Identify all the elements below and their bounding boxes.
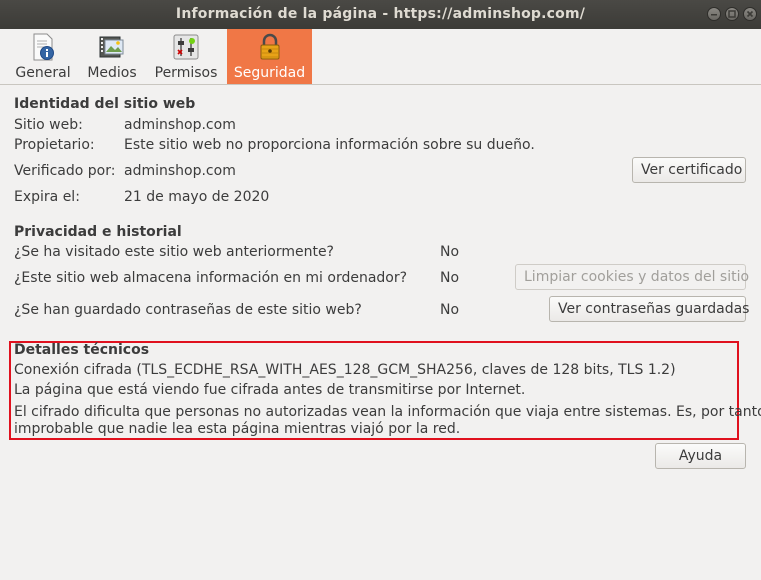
site-value: adminshop.com bbox=[124, 117, 236, 133]
document-info-icon bbox=[33, 33, 54, 61]
tab-permisos[interactable]: Permisos bbox=[150, 29, 222, 84]
storage-answer: No bbox=[440, 270, 460, 286]
media-film-icon bbox=[99, 36, 124, 58]
tab-seguridad[interactable]: Seguridad bbox=[227, 29, 312, 84]
encryption-explanation-line1: El cifrado dificulta que personas no aut… bbox=[14, 404, 761, 420]
help-button[interactable]: Ayuda bbox=[655, 443, 746, 469]
visited-question: ¿Se ha visitado este sitio web anteriorm… bbox=[14, 244, 334, 260]
privacy-heading: Privacidad e historial bbox=[14, 224, 182, 240]
tab-permisos-label: Permisos bbox=[154, 65, 218, 81]
visited-answer: No bbox=[440, 244, 460, 260]
encryption-explanation-line2: improbable que nadie lea esta página mie… bbox=[14, 421, 461, 437]
site-label: Sitio web: bbox=[14, 117, 83, 133]
technical-heading: Detalles técnicos bbox=[14, 342, 150, 358]
verified-value: adminshop.com bbox=[124, 163, 236, 179]
connection-info: Conexión cifrada (TLS_ECDHE_RSA_WITH_AES… bbox=[14, 362, 676, 378]
passwords-answer: No bbox=[440, 302, 460, 318]
padlock-icon bbox=[260, 33, 279, 60]
close-icon[interactable] bbox=[743, 7, 757, 21]
owner-value: Este sitio web no proporciona informació… bbox=[124, 137, 535, 153]
expires-label: Expira el: bbox=[14, 189, 80, 205]
title-bar[interactable]: Información de la página - https://admin… bbox=[0, 0, 761, 29]
page-info-window: Información de la página - https://admin… bbox=[0, 0, 761, 580]
storage-question: ¿Este sitio web almacena información en … bbox=[14, 270, 408, 286]
verified-label: Verificado por: bbox=[14, 163, 116, 179]
tab-medios[interactable]: Medios bbox=[82, 29, 142, 84]
expires-value: 21 de mayo de 2020 bbox=[124, 189, 270, 205]
view-certificate-button[interactable]: Ver certificado bbox=[632, 157, 746, 183]
minimize-icon[interactable] bbox=[707, 7, 721, 21]
identity-heading: Identidad del sitio web bbox=[14, 96, 196, 112]
tab-seguridad-label: Seguridad bbox=[233, 65, 306, 81]
maximize-icon[interactable] bbox=[725, 7, 739, 21]
encrypted-note: La página que está viendo fue cifrada an… bbox=[14, 382, 526, 398]
tab-medios-label: Medios bbox=[87, 65, 137, 81]
tab-general[interactable]: General bbox=[12, 29, 74, 84]
tab-general-label: General bbox=[15, 65, 71, 81]
view-passwords-button[interactable]: Ver contraseñas guardadas bbox=[549, 296, 749, 322]
owner-label: Propietario: bbox=[14, 137, 95, 153]
clear-cookies-button[interactable]: Limpiar cookies y datos del sitio bbox=[515, 264, 749, 290]
window-title: Información de la página - https://admin… bbox=[175, 6, 586, 22]
permissions-toggle-icon bbox=[173, 34, 199, 60]
passwords-question: ¿Se han guardado contraseñas de este sit… bbox=[14, 302, 362, 318]
tab-toolbar: General Medios Permisos Seguridad bbox=[0, 29, 761, 85]
